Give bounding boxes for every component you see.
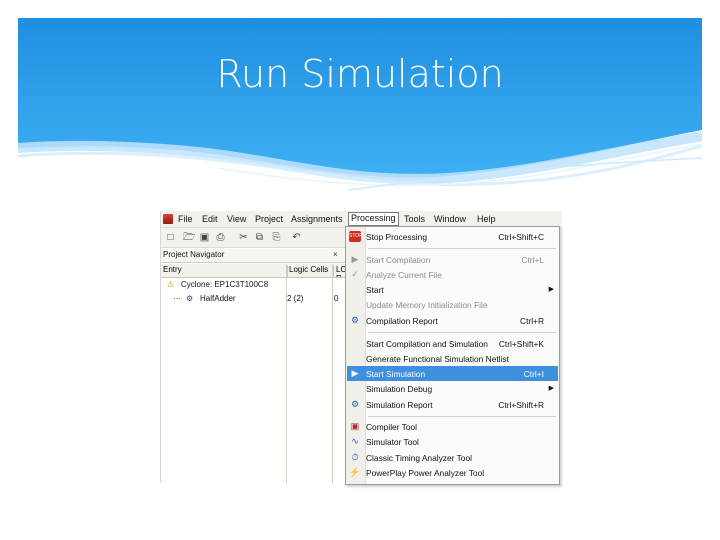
- warning-icon: ⚠: [167, 280, 175, 289]
- compiler-tool-icon: ▣: [350, 421, 360, 431]
- paste-icon[interactable]: ⎘: [271, 232, 282, 243]
- undo-icon[interactable]: ↶: [291, 232, 302, 243]
- app-icon: [163, 214, 173, 224]
- entity-name: HalfAdder: [200, 294, 236, 303]
- menu-item-simulation-report[interactable]: ⚙ Simulation Report Ctrl+Shift+R: [347, 397, 558, 412]
- menu-item-classic-timing-analyzer[interactable]: ⏱ Classic Timing Analyzer Tool: [347, 450, 558, 465]
- menu-tools[interactable]: Tools: [404, 214, 425, 224]
- simulator-tool-icon: ∿: [351, 436, 359, 446]
- entity-logic-cells: 2 (2): [287, 294, 304, 303]
- tree-connector: ⋯: [173, 294, 181, 303]
- submenu-arrow-icon: ▶: [548, 286, 554, 293]
- menu-file[interactable]: File: [178, 214, 193, 224]
- column-divider: [286, 264, 287, 483]
- header-wave-graphic: [18, 18, 702, 191]
- sim-report-icon: ⚙: [350, 399, 360, 409]
- menu-item-generate-netlist[interactable]: Generate Functional Simulation Netlist: [347, 351, 558, 366]
- power-icon: ⚡: [349, 467, 361, 477]
- menu-assignments[interactable]: Assignments: [291, 214, 343, 224]
- timing-icon: ⏱: [351, 452, 359, 462]
- column-divider: [332, 264, 333, 483]
- column-logic-cells[interactable]: Logic Cells: [287, 265, 334, 277]
- entity-lc: 0: [334, 294, 339, 303]
- navigator-row-entity[interactable]: ⋯ ⚙ HalfAdder 2 (2) 0: [161, 292, 351, 306]
- menu-item-powerplay-analyzer[interactable]: ⚡ PowerPlay Power Analyzer Tool: [347, 465, 558, 480]
- menu-separator: [368, 416, 556, 417]
- entity-icon: ⚙: [186, 294, 194, 303]
- processing-menu: STOP Stop Processing Ctrl+Shift+C ▶ Star…: [345, 226, 560, 485]
- play-icon: ▶: [351, 254, 359, 264]
- analyze-icon: ✓: [351, 269, 359, 279]
- project-navigator-title: Project Navigator: [163, 250, 225, 259]
- menu-item-analyze-current-file[interactable]: ✓ Analyze Current File: [347, 267, 558, 282]
- simulate-icon: ▶: [351, 368, 359, 378]
- report-icon: ⚙: [350, 315, 360, 325]
- menu-item-start-compilation-and-simulation[interactable]: Start Compilation and Simulation Ctrl+Sh…: [347, 336, 558, 351]
- print-icon[interactable]: ⎙: [215, 232, 226, 243]
- menu-window[interactable]: Window: [434, 214, 466, 224]
- project-navigator-header: Project Navigator ×: [161, 249, 351, 263]
- menu-project[interactable]: Project: [255, 214, 283, 224]
- menu-item-compiler-tool[interactable]: ▣ Compiler Tool: [347, 419, 558, 434]
- menu-item-stop-processing[interactable]: STOP Stop Processing Ctrl+Shift+C: [347, 229, 558, 244]
- cut-icon[interactable]: ✂: [238, 232, 249, 243]
- stop-icon: STOP: [349, 231, 363, 242]
- column-entry[interactable]: Entry: [161, 265, 288, 277]
- close-icon[interactable]: ×: [333, 250, 338, 259]
- toolbar: □ 🗁 ▣ ⎙ ✂ ⧉ ⎘ ↶: [161, 228, 351, 248]
- new-icon[interactable]: □: [165, 232, 176, 243]
- navigator-column-headers: Entry Logic Cells LC R: [161, 264, 353, 278]
- device-name: Cyclone: EP1C3T100C8: [181, 280, 269, 289]
- navigator-row-device[interactable]: ⚠ Cyclone: EP1C3T100C8: [161, 278, 351, 292]
- slide-title: Run Simulation: [216, 52, 504, 96]
- menu-help[interactable]: Help: [477, 214, 496, 224]
- copy-icon[interactable]: ⧉: [254, 232, 265, 243]
- menu-view[interactable]: View: [227, 214, 246, 224]
- menu-item-simulation-debug[interactable]: Simulation Debug ▶: [347, 381, 558, 396]
- menu-item-compilation-report[interactable]: ⚙ Compilation Report Ctrl+R: [347, 313, 558, 328]
- menu-item-start-simulation[interactable]: ▶ Start Simulation Ctrl+I: [347, 366, 558, 381]
- menu-item-simulator-tool[interactable]: ∿ Simulator Tool: [347, 434, 558, 449]
- slide-header: [18, 18, 702, 193]
- menu-item-start[interactable]: Start ▶: [347, 282, 558, 297]
- menu-item-update-memory-init[interactable]: Update Memory Initialization File: [347, 297, 558, 312]
- menu-separator: [368, 248, 556, 249]
- submenu-arrow-icon: ▶: [548, 385, 554, 392]
- open-icon[interactable]: 🗁: [183, 232, 195, 243]
- menu-processing[interactable]: Processing: [348, 212, 399, 226]
- menu-item-start-compilation[interactable]: ▶ Start Compilation Ctrl+L: [347, 252, 558, 267]
- save-icon[interactable]: ▣: [199, 232, 210, 243]
- menu-edit[interactable]: Edit: [202, 214, 218, 224]
- menu-separator: [368, 332, 556, 333]
